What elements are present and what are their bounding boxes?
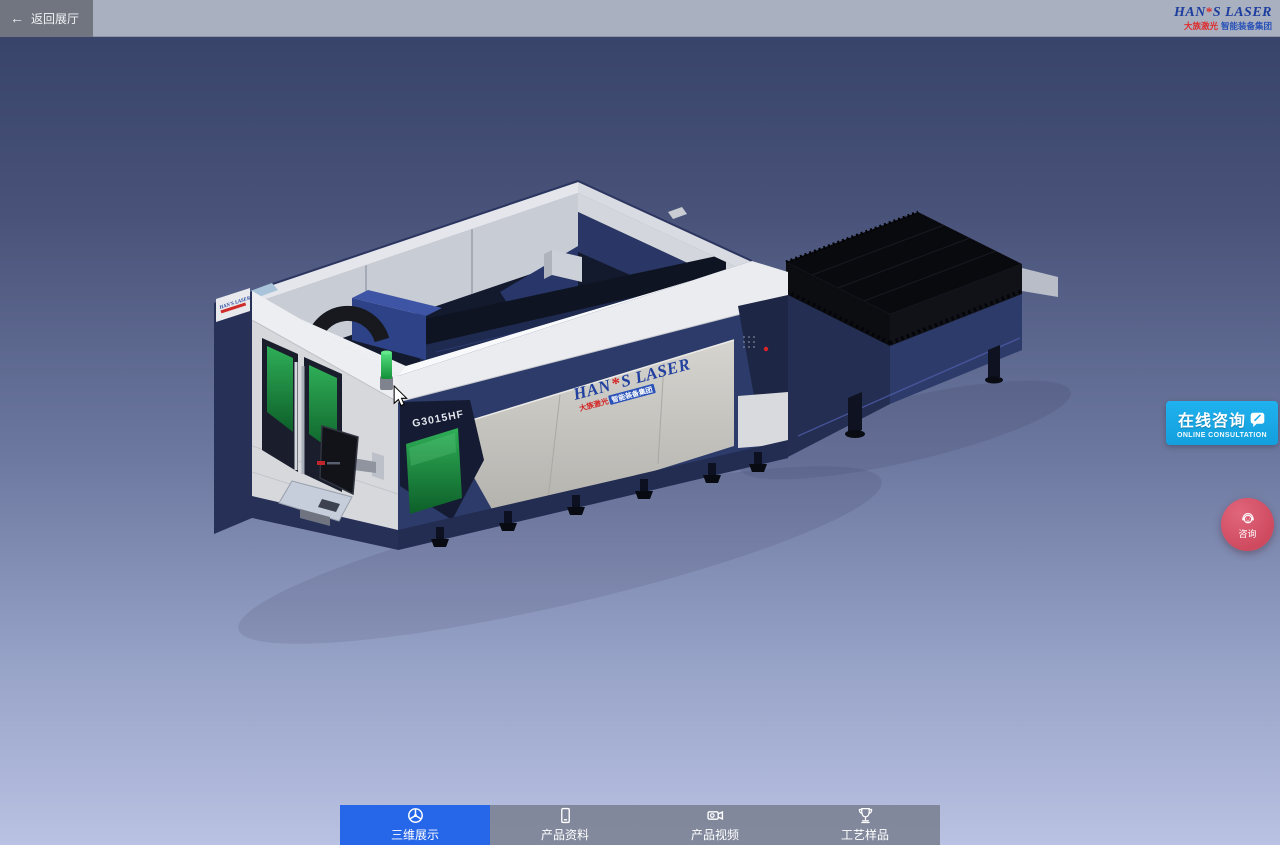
machine-left-side: HAN'S LASER	[214, 288, 253, 534]
laser-machine-render: HAN'S LASER	[0, 0, 1280, 845]
back-arrow-icon: ←	[10, 11, 24, 25]
hans-laser-logo: HAN*S LASER 大族激光智能装备集团	[1174, 5, 1280, 31]
side-plate-logo: HAN'S LASER	[218, 296, 252, 314]
exchange-table	[786, 212, 1058, 458]
machine-top-rim	[246, 181, 752, 376]
3d-viewer-canvas[interactable]: HAN'S LASER	[0, 37, 1280, 845]
consult-bubble-button[interactable]: 咨询	[1221, 498, 1274, 551]
machine-interior	[246, 181, 752, 376]
back-label: 返回展厅	[31, 10, 79, 27]
svg-text:HAN*S LASER: HAN*S LASER	[570, 354, 692, 404]
bottom-tab-bar: 三维展示 产品资料 产品视频	[340, 805, 940, 845]
cable-arch	[312, 313, 382, 346]
tab-3d-view[interactable]: 三维展示	[340, 805, 490, 845]
viewing-window	[406, 428, 462, 514]
leveling-feet	[431, 452, 767, 547]
model-badge-panel	[400, 400, 484, 520]
machine-front-panel: HAN*S LASER 大族激光 智能装备集团 G3015HF	[398, 261, 788, 550]
status-indicator-light	[764, 347, 768, 351]
online-consultation-subtitle: ONLINE CONSULTATION	[1177, 432, 1267, 439]
tab-process-samples[interactable]: 工艺样品	[790, 805, 940, 845]
product-docs-icon	[557, 807, 574, 824]
consult-bubble-label: 咨询	[1238, 527, 1256, 540]
3d-view-icon	[407, 807, 424, 824]
logo-subtitle: 大族激光智能装备集团	[1174, 22, 1272, 31]
machine-front-cabin	[252, 291, 398, 550]
cabin-doors	[262, 338, 342, 492]
machine-model-label: G3015HF	[411, 408, 465, 430]
svg-text:大族激光: 大族激光	[578, 395, 610, 413]
tower-signal-light	[380, 351, 393, 391]
customer-service-icon	[1239, 509, 1257, 527]
console-screen	[320, 426, 358, 494]
product-video-icon	[707, 807, 724, 824]
tab-product-video[interactable]: 产品视频	[640, 805, 790, 845]
control-console	[279, 426, 384, 526]
top-bar: ← 返回展厅 HAN*S LASER 大族激光智能装备集团	[0, 0, 1280, 37]
keyboard-tray	[279, 481, 352, 521]
logo-star-icon: *	[1206, 4, 1213, 19]
tab-label: 产品资料	[541, 826, 589, 843]
ground-shadow	[227, 361, 1078, 678]
tab-label: 产品视频	[691, 826, 739, 843]
tab-product-docs[interactable]: 产品资料	[490, 805, 640, 845]
tab-label: 工艺样品	[841, 826, 889, 843]
branding-panel	[446, 340, 734, 520]
svg-text:智能装备集团: 智能装备集团	[611, 385, 654, 405]
svg-text:G3015HF: G3015HF	[411, 408, 465, 430]
logo-wordmark: HAN*S LASER	[1174, 5, 1272, 21]
online-consultation-label: 在线咨询	[1178, 407, 1246, 431]
online-consultation-button[interactable]: 在线咨询 ONLINE CONSULTATION	[1166, 401, 1278, 445]
chat-pencil-icon	[1249, 411, 1266, 428]
back-to-hall-button[interactable]: ← 返回展厅	[0, 0, 93, 37]
machine-brand-logo: HAN*S LASER 大族激光 智能装备集团	[570, 354, 695, 413]
sample-trophy-icon	[857, 807, 874, 824]
tab-label: 三维展示	[391, 826, 439, 843]
app-window: HAN'S LASER	[0, 0, 1280, 845]
svg-text:HAN'S LASER: HAN'S LASER	[218, 296, 252, 311]
